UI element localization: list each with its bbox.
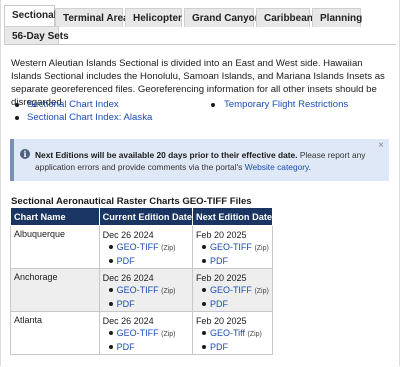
current-geotiff-link[interactable]: GEO-TIFF <box>117 285 159 295</box>
tab-planning[interactable]: Planning <box>312 8 362 27</box>
table-row: Atlanta Dec 26 2024 GEO-TIFF (Zip) PDF F… <box>10 311 274 355</box>
download-item: GEO-TIFF (Zip) <box>103 327 192 341</box>
column-header-next-edition: Next Edition Date <box>191 207 274 226</box>
chart-name: Atlanta <box>14 315 43 325</box>
alert-bold-text: Next Editions will be available 20 days … <box>35 150 298 160</box>
download-item: PDF <box>196 298 272 310</box>
next-edition-cell: Feb 20 2025 GEO-Tiff (Zip) PDF <box>191 311 274 355</box>
next-geotiff-link[interactable]: GEO-Tiff <box>210 328 245 338</box>
tab-divider <box>4 44 396 45</box>
download-item: PDF <box>196 341 272 353</box>
tab-grand-canyon[interactable]: Grand Canyon <box>184 8 261 27</box>
website-category-link[interactable]: Website category <box>245 162 309 172</box>
close-icon[interactable]: × <box>378 140 384 151</box>
download-item: GEO-TIFF (Zip) <box>103 241 192 255</box>
tab-helicopter[interactable]: Helicopter <box>125 8 182 27</box>
download-item: PDF <box>196 255 272 267</box>
zip-label: (Zip) <box>161 331 176 338</box>
chart-name: Albuquerque <box>14 229 66 239</box>
current-pdf-link[interactable]: PDF <box>117 299 135 309</box>
chart-name-cell: Albuquerque <box>10 225 100 269</box>
download-item: GEO-TIFF (Zip) <box>196 241 272 255</box>
zip-label: (Zip) <box>161 288 176 295</box>
current-pdf-link[interactable]: PDF <box>117 342 135 352</box>
tab-caribbean[interactable]: Caribbean <box>256 8 313 27</box>
current-geotiff-link[interactable]: GEO-TIFF <box>117 328 159 338</box>
table-header-row: Chart Name Current Edition Date Next Edi… <box>10 207 274 226</box>
info-alert: i Next Editions will be available 20 day… <box>10 139 389 181</box>
next-geotiff-link[interactable]: GEO-TIFF <box>210 285 252 295</box>
table-row: Albuquerque Dec 26 2024 GEO-TIFF (Zip) P… <box>10 225 274 269</box>
column-header-current-edition: Current Edition Date <box>98 207 193 226</box>
zip-label: (Zip) <box>254 245 269 252</box>
bullet <box>15 116 19 120</box>
next-edition-cell: Feb 20 2025 GEO-TIFF (Zip) PDF <box>191 268 274 312</box>
next-pdf-link[interactable]: PDF <box>210 342 228 352</box>
column-header-chart-name: Chart Name <box>10 207 100 226</box>
info-icon: i <box>20 149 30 159</box>
download-item: PDF <box>103 255 192 267</box>
current-pdf-link[interactable]: PDF <box>117 256 135 266</box>
sectional-chart-index-link[interactable]: Sectional Chart Index <box>27 98 119 111</box>
zip-label: (Zip) <box>247 331 262 338</box>
alert-period: . <box>308 162 311 172</box>
table-row: Anchorage Dec 26 2024 GEO-TIFF (Zip) PDF… <box>10 268 274 312</box>
download-item: PDF <box>103 341 192 353</box>
bullet <box>211 103 215 107</box>
next-pdf-link[interactable]: PDF <box>210 256 228 266</box>
section-title: Sectional Aeronautical Raster Charts GEO… <box>11 196 252 207</box>
alert-message: Next Editions will be available 20 days … <box>35 149 375 173</box>
current-edition-date: Dec 26 2024 <box>102 273 154 283</box>
next-edition-date: Feb 20 2025 <box>195 230 247 240</box>
next-pdf-link[interactable]: PDF <box>210 299 228 309</box>
tab-56-day-sets[interactable]: 56-Day Sets <box>4 26 69 45</box>
tab-terminal-area[interactable]: Terminal Area <box>55 8 129 27</box>
current-edition-cell: Dec 26 2024 GEO-TIFF (Zip) PDF <box>98 225 193 269</box>
temporary-flight-restrictions-link[interactable]: Temporary Flight Restrictions <box>224 98 348 111</box>
next-geotiff-link[interactable]: GEO-TIFF <box>210 242 252 252</box>
chart-name: Anchorage <box>14 272 58 282</box>
download-item: GEO-TIFF (Zip) <box>196 284 272 298</box>
bullet <box>15 103 19 107</box>
sectional-chart-index-alaska-link[interactable]: Sectional Chart Index: Alaska <box>27 111 152 124</box>
current-edition-date: Dec 26 2024 <box>102 230 154 240</box>
download-item: GEO-Tiff (Zip) <box>196 327 272 341</box>
current-edition-cell: Dec 26 2024 GEO-TIFF (Zip) PDF <box>98 311 193 355</box>
charts-table: Chart Name Current Edition Date Next Edi… <box>10 207 274 355</box>
download-item: GEO-TIFF (Zip) <box>103 284 192 298</box>
tab-sectional[interactable]: Sectional <box>4 5 56 27</box>
zip-label: (Zip) <box>254 288 269 295</box>
next-edition-date: Feb 20 2025 <box>195 273 247 283</box>
next-edition-cell: Feb 20 2025 GEO-TIFF (Zip) PDF <box>191 225 274 269</box>
next-edition-date: Feb 20 2025 <box>195 316 247 326</box>
zip-label: (Zip) <box>161 245 176 252</box>
current-edition-date: Dec 26 2024 <box>102 316 154 326</box>
current-geotiff-link[interactable]: GEO-TIFF <box>117 242 159 252</box>
current-edition-cell: Dec 26 2024 GEO-TIFF (Zip) PDF <box>98 268 193 312</box>
chart-name-cell: Atlanta <box>10 311 100 355</box>
download-item: PDF <box>103 298 192 310</box>
chart-name-cell: Anchorage <box>10 268 100 312</box>
